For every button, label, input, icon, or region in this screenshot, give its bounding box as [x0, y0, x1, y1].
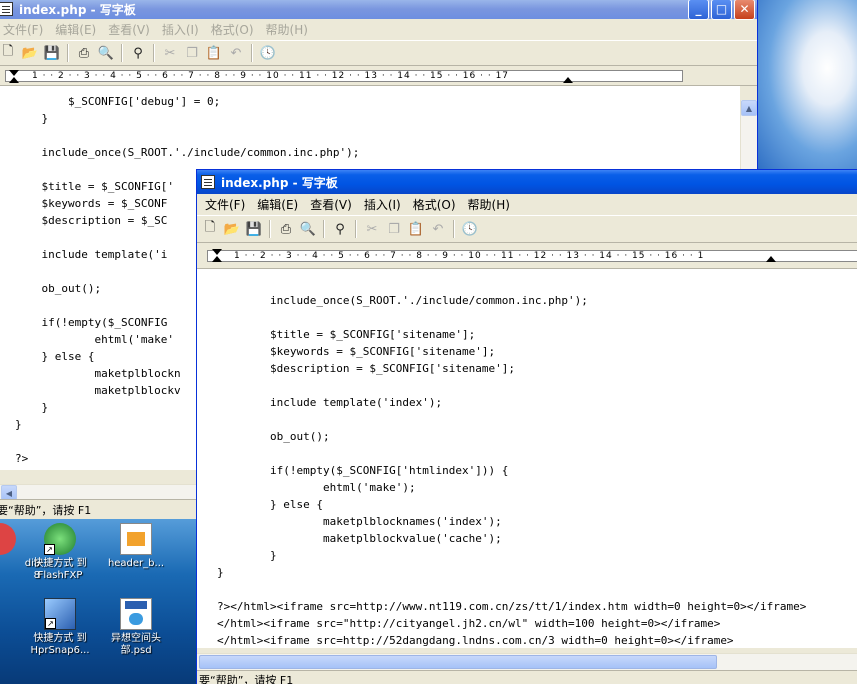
- ruler-labels: 1 · · 2 · · 3 · · 4 · · 5 · · 6 · · 7 · …: [32, 71, 510, 81]
- flashfxp-shortcut-icon[interactable]: ↗ 快捷方式 到 FlashFXP: [20, 523, 100, 582]
- desktop-icon-label: 异想空间头 部.psd: [111, 633, 161, 656]
- find-icon[interactable]: ⚲: [331, 220, 349, 238]
- window-title: index.php - 写字板: [19, 2, 136, 17]
- image-icon: [120, 523, 152, 555]
- print-preview-icon[interactable]: 🔍: [299, 220, 317, 238]
- first-indent-marker[interactable]: [9, 70, 19, 76]
- menu-bar: 文件(F) 编辑(E) 查看(V) 插入(I) 格式(O) 帮助(H): [197, 194, 857, 215]
- copy-icon[interactable]: ❐: [385, 220, 403, 238]
- menu-format[interactable]: 格式(O): [205, 21, 260, 38]
- wallpaper-clouds: [758, 0, 857, 170]
- menu-bar: 文件(F) 编辑(E) 查看(V) 插入(I) 格式(O) 帮助(H): [0, 19, 757, 40]
- menu-file[interactable]: 文件(F): [199, 196, 251, 213]
- undo-icon[interactable]: ↶: [429, 220, 447, 238]
- right-indent-marker[interactable]: [563, 77, 573, 83]
- right-indent-marker[interactable]: [766, 256, 776, 262]
- menu-format[interactable]: 格式(O): [407, 196, 462, 213]
- datetime-icon[interactable]: 🕓: [461, 220, 479, 238]
- scroll-thumb[interactable]: [199, 655, 717, 669]
- title-bar[interactable]: index.php - 写字板: [197, 170, 857, 194]
- desktop-icon-label: header_b...: [107, 558, 165, 569]
- wordpad-window-front[interactable]: index.php - 写字板 文件(F) 编辑(E) 查看(V) 插入(I) …: [196, 169, 857, 684]
- menu-edit[interactable]: 编辑(E): [49, 21, 102, 38]
- find-icon[interactable]: ⚲: [129, 44, 147, 62]
- psd-icon: [120, 598, 152, 630]
- wordpad-icon: [0, 2, 13, 16]
- document-area[interactable]: include_once(S_ROOT.'./include/common.in…: [197, 269, 857, 648]
- window-title: index.php - 写字板: [221, 175, 338, 190]
- menu-insert[interactable]: 插入(I): [358, 196, 407, 213]
- status-text: 要“帮助”，请按 F1: [0, 503, 92, 517]
- psd-file-icon[interactable]: 异想空间头 部.psd: [96, 598, 176, 657]
- ruler[interactable]: 1 · · 2 · · 3 · · 4 · · 5 · · 6 · · 7 · …: [0, 66, 757, 86]
- paste-icon[interactable]: 📋: [205, 44, 223, 62]
- menu-edit[interactable]: 编辑(E): [251, 196, 304, 213]
- menu-help[interactable]: 帮助(H): [462, 196, 516, 213]
- menu-insert[interactable]: 插入(I): [156, 21, 205, 38]
- hprsnap-icon: ↗: [44, 598, 76, 630]
- hprsnap-shortcut-icon[interactable]: ↗ 快捷方式 到 HprSnap6...: [20, 598, 100, 657]
- minimize-button[interactable]: _: [688, 0, 709, 20]
- menu-file[interactable]: 文件(F): [0, 21, 49, 38]
- open-icon[interactable]: 📂: [223, 220, 241, 238]
- menu-view[interactable]: 查看(V): [304, 196, 358, 213]
- horizontal-scrollbar[interactable]: [197, 653, 857, 670]
- ruler-scale: 1 · · 2 · · 3 · · 4 · · 5 · · 6 · · 7 · …: [207, 250, 857, 262]
- ruler-scale: 1 · · 2 · · 3 · · 4 · · 5 · · 6 · · 7 · …: [5, 70, 683, 82]
- flashfxp-icon: ↗: [44, 523, 76, 555]
- title-bar[interactable]: index.php - 写字板 _ □ ✕: [0, 0, 757, 20]
- new-icon[interactable]: 🗋: [201, 220, 219, 238]
- print-icon[interactable]: ⎙: [277, 220, 295, 238]
- wordpad-icon: [201, 175, 215, 189]
- desktop-icon-label: 快捷方式 到 HprSnap6...: [30, 633, 90, 656]
- cut-icon[interactable]: ✂: [363, 220, 381, 238]
- shortcut-arrow-icon: ↗: [44, 544, 55, 555]
- toolbar: 🗋 📂 💾 ⎙ 🔍 ⚲ ✂ ❐ 📋 ↶ 🕓: [0, 40, 757, 66]
- toolbar: 🗋 📂 💾 ⎙ 🔍 ⚲ ✂ ❐ 📋 ↶ 🕓: [197, 215, 857, 243]
- paste-icon[interactable]: 📋: [407, 220, 425, 238]
- print-preview-icon[interactable]: 🔍: [97, 44, 115, 62]
- first-indent-marker[interactable]: [212, 249, 222, 255]
- cut-icon[interactable]: ✂: [161, 44, 179, 62]
- ruler[interactable]: 1 · · 2 · · 3 · · 4 · · 5 · · 6 · · 7 · …: [197, 243, 857, 269]
- media-icon: [0, 523, 16, 555]
- menu-view[interactable]: 查看(V): [102, 21, 156, 38]
- image-file-icon[interactable]: header_b...: [96, 523, 176, 570]
- copy-icon[interactable]: ❐: [183, 44, 201, 62]
- document-text: include_once(S_ROOT.'./include/common.in…: [217, 294, 807, 647]
- shortcut-arrow-icon: ↗: [45, 618, 56, 629]
- new-icon[interactable]: 🗋: [0, 44, 17, 62]
- save-icon[interactable]: 💾: [245, 220, 263, 238]
- left-indent-marker[interactable]: [212, 256, 222, 262]
- left-indent-marker[interactable]: [9, 77, 19, 83]
- status-text: 要“帮助”，请按 F1: [199, 673, 294, 684]
- print-icon[interactable]: ⎙: [75, 44, 93, 62]
- desktop-icon-label: 快捷方式 到 FlashFXP: [33, 558, 87, 581]
- undo-icon[interactable]: ↶: [227, 44, 245, 62]
- ruler-labels: 1 · · 2 · · 3 · · 4 · · 5 · · 6 · · 7 · …: [234, 251, 705, 261]
- close-button[interactable]: ✕: [734, 0, 755, 20]
- menu-help[interactable]: 帮助(H): [260, 21, 314, 38]
- save-icon[interactable]: 💾: [43, 44, 61, 62]
- scroll-up-button[interactable]: ▲: [741, 100, 757, 116]
- status-bar: 要“帮助”，请按 F1: [197, 670, 857, 684]
- maximize-button[interactable]: □: [711, 0, 732, 20]
- open-icon[interactable]: 📂: [21, 44, 39, 62]
- datetime-icon[interactable]: 🕓: [259, 44, 277, 62]
